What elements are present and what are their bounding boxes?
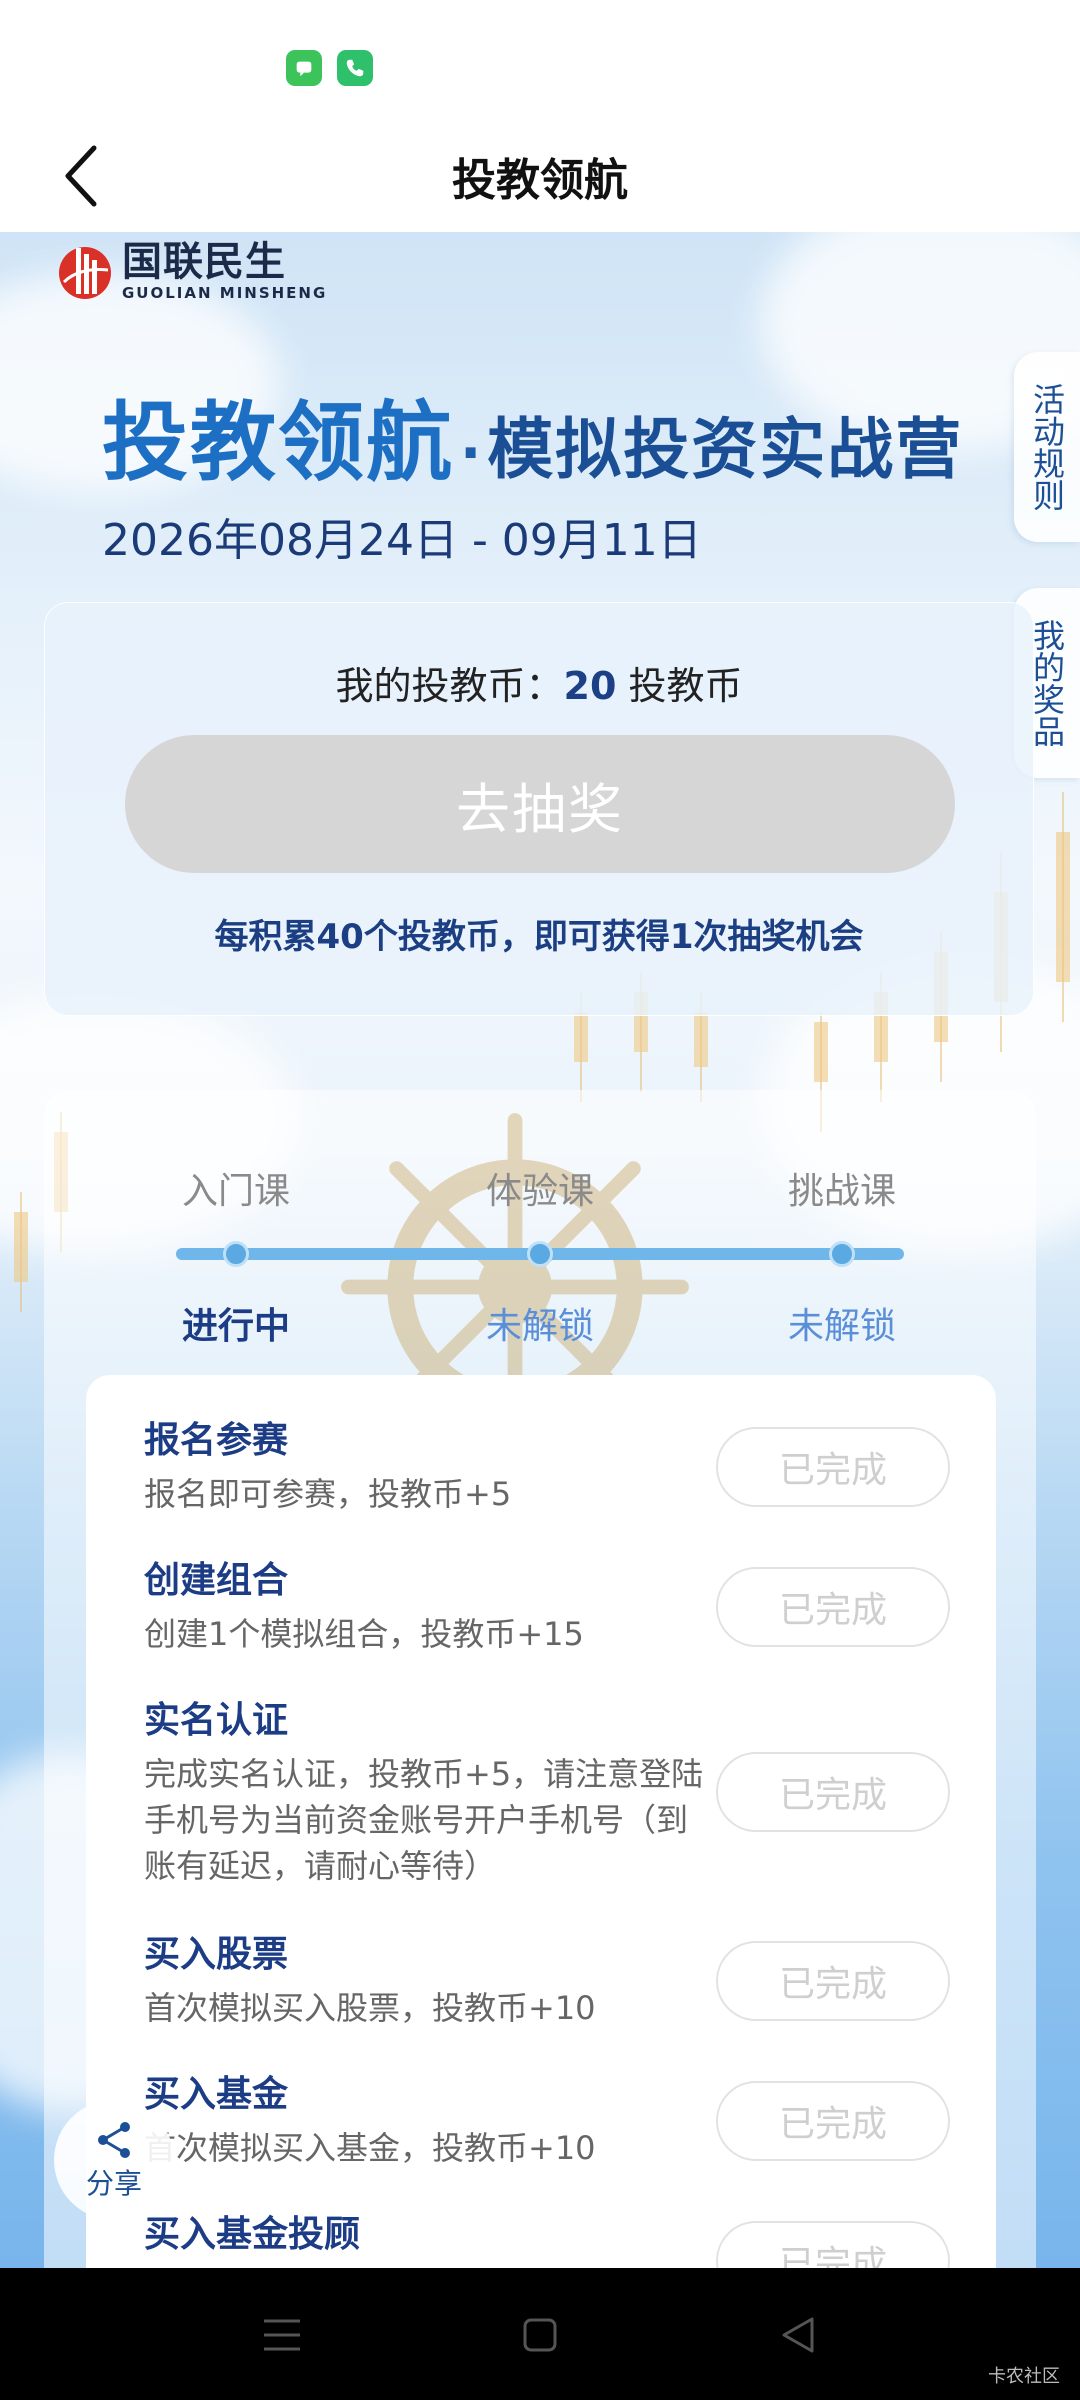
share-button[interactable]: 分享 <box>54 2100 174 2220</box>
home-square-icon <box>523 2318 557 2352</box>
messages-icon <box>286 50 322 86</box>
lottery-tip: 每积累40个投教币，即可获得1次抽奖机会 <box>214 917 864 957</box>
course-label-beginner[interactable]: 入门课 <box>136 1162 336 1214</box>
menu-icon <box>264 2319 300 2351</box>
campaign-title: 投教领航 · 模拟投资实战营 <box>102 372 963 497</box>
course-progress-dot <box>223 1241 249 1267</box>
task-list: 报名参赛 报名即可参赛，投教币+5 已完成 创建组合 创建1个模拟组合，投教币+… <box>86 1375 996 2268</box>
task-item: 创建组合 创建1个模拟组合，投教币+15 已完成 <box>144 1557 964 1657</box>
campaign-date-range: 2026年08月24日 - 09月11日 <box>102 515 702 566</box>
coin-balance-value: 20 <box>563 664 617 708</box>
system-nav-bar: 卡农社区 <box>0 2268 1080 2400</box>
status-bar <box>0 0 1080 120</box>
task-complete-button[interactable]: 已完成 <box>716 1567 950 1647</box>
task-desc: 创建1个模拟组合，投教币+15 <box>144 1615 584 1653</box>
task-desc: 报名即可参赛，投教币+5 <box>144 1475 512 1513</box>
task-item: 买入基金投顾 已完成 <box>144 2211 964 2268</box>
brand-name-en: GUOLIAN MINSHENG <box>122 284 328 302</box>
coin-balance-prefix: 我的投教币： <box>335 664 564 708</box>
app-header: 投教领航 <box>0 120 1080 232</box>
rules-tab-label: 活动规则 <box>1028 383 1066 511</box>
share-icon <box>98 2122 130 2158</box>
back-nav-button[interactable] <box>768 2310 828 2360</box>
coin-balance-suffix: 投教币 <box>616 664 743 708</box>
task-complete-button[interactable]: 已完成 <box>716 1427 950 1507</box>
task-item: 买入基金 首次模拟买入基金，投教币+10 已完成 <box>144 2071 964 2171</box>
brand-logo-icon <box>59 247 111 299</box>
task-title: 实名认证 <box>144 1700 289 1741</box>
coin-balance: 我的投教币：20 投教币 <box>45 655 1033 710</box>
page-title: 投教领航 <box>452 155 628 206</box>
brand-name-cn: 国联民生 <box>122 238 286 285</box>
task-desc: 完成实名认证，投教币+5，请注意登陆手机号为当前资金账号开户手机号（到账有延迟，… <box>144 1755 704 1885</box>
course-status-challenge: 未解锁 <box>787 1306 896 1347</box>
lottery-draw-button[interactable]: 去抽奖 <box>125 735 955 873</box>
task-complete-button[interactable]: 已完成 <box>716 2081 950 2161</box>
course-progress-dot <box>527 1241 553 1267</box>
rules-tab[interactable]: 活动规则 <box>1014 352 1080 542</box>
phone-icon <box>337 50 373 86</box>
triangle-back-icon <box>782 2317 814 2353</box>
task-complete-button[interactable]: 已完成 <box>716 1752 950 1832</box>
task-desc: 首次模拟买入基金，投教币+10 <box>144 2129 596 2167</box>
course-status-beginner: 进行中 <box>181 1306 290 1347</box>
home-nav-button[interactable] <box>510 2310 570 2360</box>
share-label: 分享 <box>85 2167 142 2200</box>
course-label-challenge[interactable]: 挑战课 <box>742 1162 942 1214</box>
task-item: 报名参赛 报名即可参赛，投教币+5 已完成 <box>144 1417 964 1517</box>
campaign-title-sub: 模拟投资实战营 <box>487 410 964 488</box>
task-complete-button[interactable]: 已完成 <box>716 1941 950 2021</box>
menu-nav-button[interactable] <box>252 2310 312 2360</box>
campaign-title-separator: · <box>460 421 482 486</box>
campaign-page[interactable]: 国联民生 GUOLIAN MINSHENG 投教领航 · 模拟投资实战营 202… <box>0 232 1080 2268</box>
watermark: 卡农社区 <box>988 2366 1060 2387</box>
task-desc: 首次模拟买入股票，投教币+10 <box>144 1989 596 2027</box>
course-progress-dot <box>829 1241 855 1267</box>
task-item: 实名认证 完成实名认证，投教币+5，请注意登陆手机号为当前资金账号开户手机号（到… <box>144 1697 964 1889</box>
task-complete-button[interactable]: 已完成 <box>716 2221 950 2268</box>
task-item: 买入股票 首次模拟买入股票，投教币+10 已完成 <box>144 1931 964 2031</box>
coin-card: 我的投教币：20 投教币 去抽奖 每积累40个投教币，即可获得1次抽奖机会 <box>44 602 1034 1016</box>
campaign-title-main: 投教领航 <box>102 392 454 493</box>
brand-logo: 国联民生 GUOLIAN MINSHENG <box>56 240 327 302</box>
course-label-experience[interactable]: 体验课 <box>440 1162 640 1214</box>
course-status-experience: 未解锁 <box>485 1306 594 1347</box>
